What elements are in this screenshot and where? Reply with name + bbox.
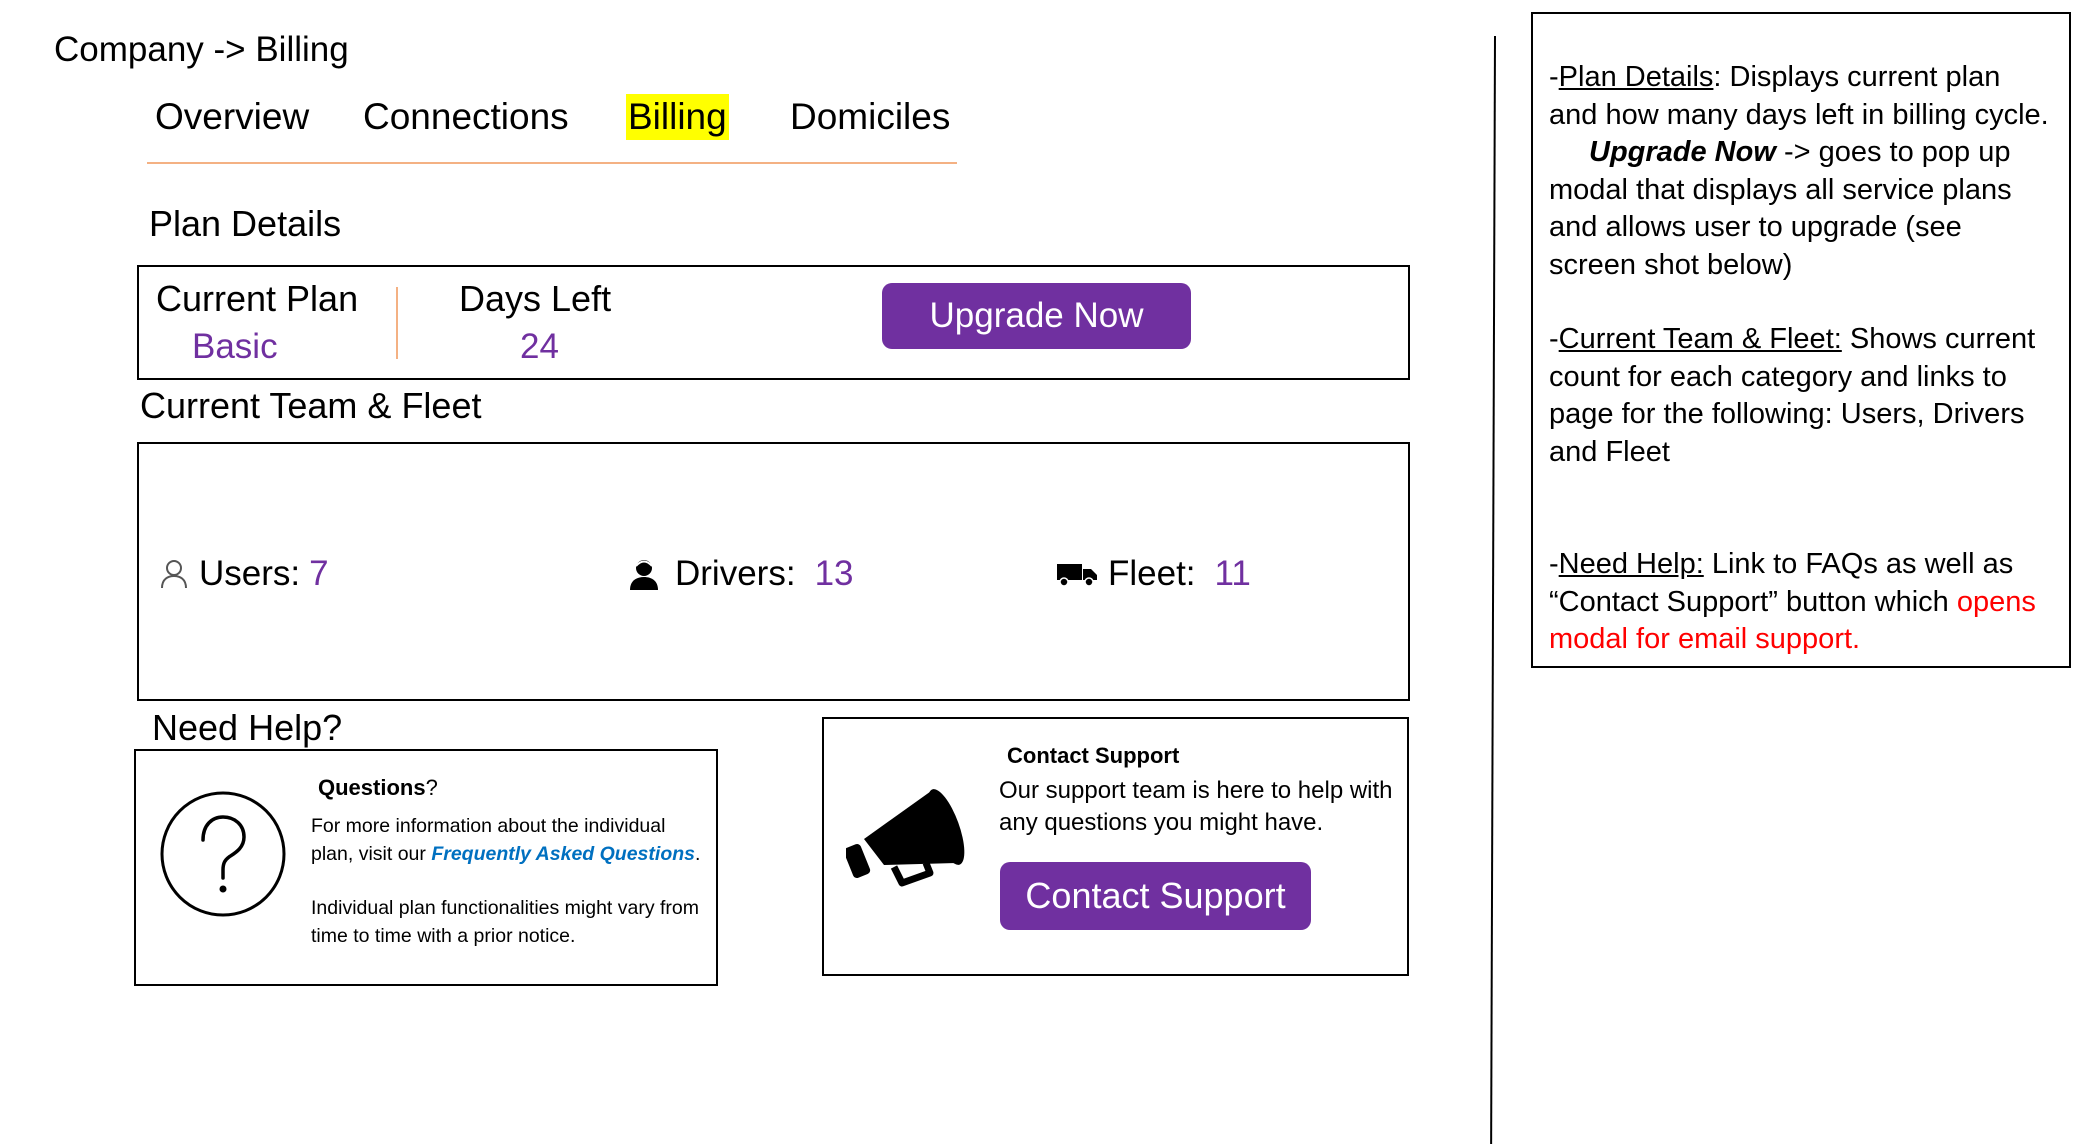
plan-divider (396, 287, 398, 359)
tab-billing[interactable]: Billing (626, 94, 729, 140)
note-upgrade-label: Upgrade Now (1589, 136, 1776, 168)
upgrade-now-button[interactable]: Upgrade Now (882, 283, 1191, 349)
questions-title: Questions? (318, 774, 438, 802)
contact-support-title: Contact Support (1007, 743, 1180, 768)
note-help-label: Need Help: (1558, 548, 1704, 580)
contact-support-text: Our support team is here to help with an… (999, 777, 1393, 836)
note-team-prefix: - (1549, 323, 1559, 355)
question-mark-icon (159, 790, 287, 923)
faq-link[interactable]: Frequently Asked Questions (431, 843, 695, 865)
fleet-count: 11 (1214, 554, 1251, 593)
note-plan-details: -Plan Details: Displays current plan and… (1549, 59, 2055, 134)
users-label: Users: (199, 554, 301, 593)
driver-icon (628, 557, 660, 591)
team-fleet-box: Users: 7 Drivers: 13 Fleet: 11 (137, 442, 1410, 701)
questions-text: For more information about the individua… (311, 812, 707, 868)
user-icon (159, 558, 189, 590)
truck-icon (1056, 561, 1098, 587)
fleet-label: Fleet: (1108, 554, 1196, 593)
drivers-link[interactable]: Drivers: 13 (628, 549, 854, 599)
note-need-help: -Need Help: Link to FAQs as well as “Con… (1549, 546, 2055, 659)
contact-support-box: Contact Support Our support team is here… (822, 717, 1409, 976)
users-count: 7 (309, 554, 329, 593)
drivers-count: 13 (814, 554, 854, 593)
note-team-label: Current Team & Fleet: (1558, 323, 1842, 355)
fleet-link[interactable]: Fleet: 11 (1056, 549, 1251, 599)
current-plan-label: Current Plan (156, 278, 359, 319)
questions-title-suffix: ? (425, 775, 438, 800)
note-plan-prefix: - (1549, 61, 1559, 93)
vertical-divider (1490, 35, 1496, 1144)
tabs-underline (147, 162, 957, 164)
plan-details-heading: Plan Details (149, 203, 342, 244)
questions-box: Questions? For more information about th… (134, 749, 718, 986)
note-upgrade-now: Upgrade Now -> goes to pop up modal that… (1549, 134, 2055, 284)
need-help-heading: Need Help? (152, 707, 343, 748)
days-left-label: Days Left (459, 278, 612, 319)
contact-support-button[interactable]: Contact Support (1000, 862, 1311, 930)
note-plan-label: Plan Details (1558, 61, 1714, 93)
drivers-label: Drivers: (675, 554, 796, 593)
breadcrumb: Company -> Billing (54, 30, 349, 69)
note-team-fleet: -Current Team & Fleet: Shows current cou… (1549, 321, 2055, 471)
tab-overview[interactable]: Overview (155, 94, 309, 140)
megaphone-icon (843, 771, 986, 894)
current-plan-value: Basic (192, 327, 278, 366)
team-fleet-heading: Current Team & Fleet (140, 385, 482, 426)
questions-text-after: . (694, 843, 701, 865)
questions-title-text: Questions (318, 775, 426, 800)
plan-details-box: Current Plan Basic Days Left 24 Upgrade … (137, 265, 1410, 380)
days-left-value: 24 (520, 327, 559, 366)
notes-panel: -Plan Details: Displays current plan and… (1531, 12, 2071, 668)
users-link[interactable]: Users: 7 (159, 549, 329, 599)
tab-domiciles[interactable]: Domiciles (790, 94, 950, 140)
tab-connections[interactable]: Connections (363, 94, 569, 140)
questions-note: Individual plan functionalities might va… (311, 897, 700, 947)
note-help-prefix: - (1549, 548, 1559, 580)
